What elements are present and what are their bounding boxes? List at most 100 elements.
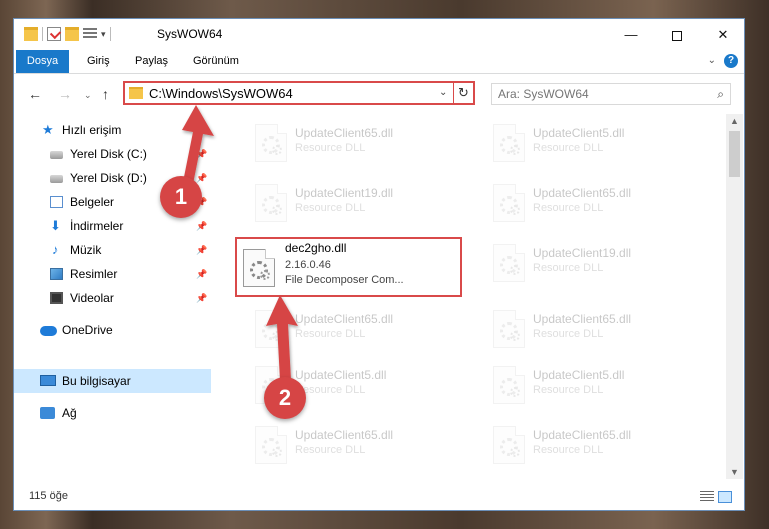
file-item[interactable]: UpdateClient65.dll Resource DLL bbox=[481, 178, 709, 230]
folder-icon[interactable] bbox=[24, 27, 38, 41]
status-bar: 115 öğe bbox=[14, 484, 744, 510]
scrollbar-thumb[interactable] bbox=[729, 131, 740, 177]
minimize-button[interactable]: — bbox=[608, 19, 654, 50]
tab-file[interactable]: Dosya bbox=[16, 50, 69, 73]
address-text[interactable]: C:\Windows\SysWOW64 bbox=[149, 86, 293, 101]
file-type: Resource DLL bbox=[533, 262, 604, 274]
title-bar: ▾ SysWOW64 — ✕ bbox=[14, 19, 744, 50]
music-icon: ♪ bbox=[52, 242, 59, 257]
view-icon[interactable] bbox=[83, 28, 97, 40]
refresh-button[interactable]: ↻ bbox=[453, 83, 473, 103]
customize-toolbar-icon[interactable]: ▾ bbox=[101, 29, 106, 40]
navigation-bar: ← → ⌄ ↑ C:\Windows\SysWOW64 ⌄ ↻ ⌕ bbox=[14, 74, 744, 114]
pin-icon[interactable]: 📌 bbox=[196, 262, 207, 286]
file-name: UpdateClient65.dll bbox=[295, 428, 394, 442]
recent-locations-icon[interactable]: ⌄ bbox=[84, 90, 92, 101]
file-item[interactable]: UpdateClient19.dll Resource DLL bbox=[481, 238, 709, 290]
item-count: 115 öğe bbox=[29, 490, 68, 502]
file-item[interactable]: UpdateClient19.dll Resource DLL bbox=[243, 178, 471, 230]
sidebar-item-onedrive[interactable]: OneDrive bbox=[14, 318, 211, 342]
pin-icon[interactable]: 📌 bbox=[196, 238, 207, 262]
expand-ribbon-icon[interactable]: ⌄ bbox=[708, 55, 716, 66]
file-item-dec2gho[interactable]: dec2gho.dll 2.16.0.46 File Decomposer Co… bbox=[235, 237, 462, 297]
navigation-pane: ★ Hızlı erişim Yerel Disk (C:) 📌 Yerel D… bbox=[14, 114, 211, 479]
sidebar-item-label: Yerel Disk (D:) bbox=[70, 171, 147, 185]
file-item[interactable]: UpdateClient65.dll Resource DLL bbox=[243, 118, 471, 170]
file-item[interactable]: UpdateClient5.dll Resource DLL bbox=[481, 118, 709, 170]
sidebar-item-quick-access[interactable]: ★ Hızlı erişim bbox=[14, 118, 211, 142]
tiles-view-icon[interactable] bbox=[718, 491, 732, 503]
drive-icon bbox=[50, 175, 63, 183]
pin-icon[interactable]: 📌 bbox=[196, 142, 207, 166]
help-icon[interactable]: ? bbox=[724, 54, 738, 68]
back-button[interactable]: ← bbox=[28, 86, 42, 102]
maximize-button[interactable] bbox=[654, 19, 700, 50]
dll-file-icon bbox=[493, 310, 525, 348]
tab-home[interactable]: Giriş bbox=[75, 50, 122, 73]
file-type: Resource DLL bbox=[295, 328, 366, 340]
ribbon-tabs: Dosya Giriş Paylaş Görünüm ⌄ ? bbox=[14, 50, 744, 74]
file-type: Resource DLL bbox=[533, 444, 604, 456]
file-item[interactable]: UpdateClient5.dll Resource DLL bbox=[481, 360, 709, 412]
sidebar-item-pictures[interactable]: Resimler 📌 bbox=[14, 262, 211, 286]
details-view-icon[interactable] bbox=[700, 491, 714, 503]
sidebar-item-label: Hızlı erişim bbox=[62, 123, 122, 137]
tab-share[interactable]: Paylaş bbox=[123, 50, 180, 73]
file-type: Resource DLL bbox=[295, 202, 366, 214]
sidebar-item-label: Ağ bbox=[62, 406, 77, 420]
new-folder-icon[interactable] bbox=[65, 27, 79, 41]
dll-file-icon bbox=[255, 310, 287, 348]
pin-icon[interactable]: 📌 bbox=[196, 286, 207, 310]
step-badge-1: 1 bbox=[160, 176, 202, 218]
file-name: dec2gho.dll bbox=[285, 241, 347, 255]
pin-icon[interactable]: 📌 bbox=[196, 214, 207, 238]
pictures-icon bbox=[50, 268, 63, 280]
file-name: UpdateClient65.dll bbox=[533, 428, 632, 442]
file-name: UpdateClient5.dll bbox=[295, 368, 387, 382]
file-item[interactable]: UpdateClient65.dll Resource DLL bbox=[481, 304, 709, 356]
file-description: File Decomposer Com... bbox=[285, 274, 404, 286]
sidebar-item-music[interactable]: ♪ Müzik 📌 bbox=[14, 238, 211, 262]
tab-view[interactable]: Görünüm bbox=[181, 50, 251, 73]
network-icon bbox=[40, 407, 55, 419]
scroll-up-icon[interactable]: ▲ bbox=[730, 116, 739, 126]
file-name: UpdateClient65.dll bbox=[295, 126, 394, 140]
dll-file-icon bbox=[493, 244, 525, 282]
document-icon bbox=[50, 196, 63, 208]
file-type: Resource DLL bbox=[533, 142, 604, 154]
sidebar-item-network[interactable]: Ağ bbox=[14, 401, 211, 425]
scroll-down-icon[interactable]: ▼ bbox=[730, 467, 739, 477]
address-bar[interactable]: C:\Windows\SysWOW64 ⌄ ↻ bbox=[123, 81, 475, 105]
sidebar-item-label: Videolar bbox=[70, 291, 114, 305]
sidebar-item-label: Belgeler bbox=[70, 195, 115, 209]
close-button[interactable]: ✕ bbox=[700, 19, 746, 50]
folder-icon bbox=[129, 87, 143, 99]
star-icon: ★ bbox=[42, 122, 54, 137]
toolbar-divider bbox=[42, 27, 43, 41]
forward-button[interactable]: → bbox=[58, 86, 72, 102]
explorer-window: ▾ SysWOW64 — ✕ Dosya Giriş Paylaş Görünü… bbox=[13, 18, 745, 511]
download-icon: ⬇ bbox=[50, 218, 61, 233]
file-name: UpdateClient65.dll bbox=[533, 186, 632, 200]
up-button[interactable]: ↑ bbox=[102, 86, 109, 102]
sidebar-item-label: Yerel Disk (C:) bbox=[70, 147, 147, 161]
address-dropdown-icon[interactable]: ⌄ bbox=[439, 87, 447, 98]
search-icon[interactable]: ⌕ bbox=[717, 87, 724, 102]
dll-file-icon bbox=[493, 426, 525, 464]
dll-file-icon bbox=[493, 124, 525, 162]
file-name: UpdateClient65.dll bbox=[533, 312, 632, 326]
sidebar-item-this-pc[interactable]: Bu bilgisayar bbox=[14, 369, 211, 393]
sidebar-item-disk-c[interactable]: Yerel Disk (C:) 📌 bbox=[14, 142, 211, 166]
file-item[interactable]: UpdateClient65.dll Resource DLL bbox=[481, 420, 709, 472]
sidebar-item-videos[interactable]: Videolar 📌 bbox=[14, 286, 211, 310]
file-item[interactable]: UpdateClient65.dll Resource DLL bbox=[243, 420, 471, 472]
file-type: Resource DLL bbox=[533, 202, 604, 214]
dll-file-icon bbox=[493, 366, 525, 404]
file-item[interactable]: UpdateClient65.dll Resource DLL bbox=[243, 304, 471, 356]
quick-access-toolbar: ▾ bbox=[24, 27, 111, 41]
search-box[interactable]: ⌕ bbox=[491, 83, 731, 105]
properties-icon[interactable] bbox=[47, 27, 61, 41]
video-icon bbox=[50, 292, 63, 304]
vertical-scrollbar[interactable]: ▲ ▼ bbox=[726, 114, 743, 479]
search-input[interactable] bbox=[498, 86, 698, 102]
